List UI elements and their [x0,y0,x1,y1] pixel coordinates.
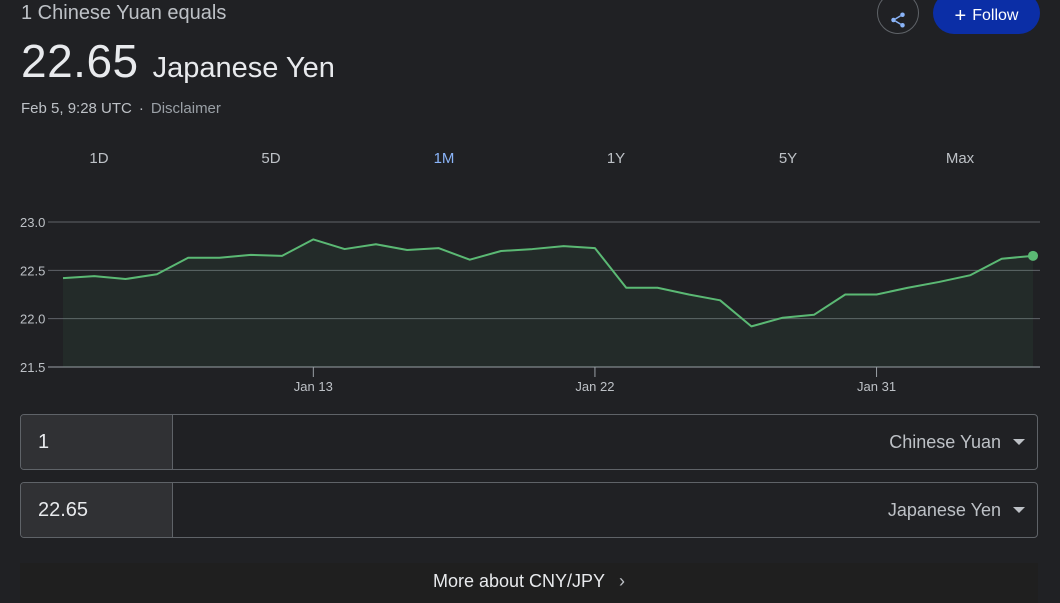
tab-5d[interactable]: 5D [211,150,331,167]
meta-row: Feb 5, 9:28 UTC · Disclaimer [21,100,221,117]
from-currency-label: Chinese Yuan [889,431,1001,452]
x-tick-label: Jan 31 [857,379,896,394]
from-converter-row: Chinese Yuan [20,414,1038,470]
share-icon [891,12,905,28]
to-currency-select[interactable]: Japanese Yen [888,483,1025,537]
to-converter-row: Japanese Yen [20,482,1038,538]
range-tabs: 1D 5D 1M 1Y 5Y Max [13,150,1047,178]
to-amount-input[interactable] [21,483,173,537]
timestamp: Feb 5, 9:28 UTC [21,100,132,117]
exchange-rate-chart[interactable]: 23.0 22.5 22.0 21.5 Jan 13 Jan 22 Jan 31 [0,200,1060,400]
from-currency-select[interactable]: Chinese Yuan [889,415,1025,469]
tab-1m[interactable]: 1M [384,150,504,167]
to-currency-label: Japanese Yen [887,499,1001,520]
disclaimer-link[interactable]: Disclaimer [151,100,221,117]
tab-1d[interactable]: 1D [39,150,159,167]
y-tick-label: 22.0 [20,312,45,327]
from-amount-input[interactable] [21,415,173,469]
share-button[interactable] [877,0,919,34]
plus-icon: + [954,5,967,27]
y-tick-label: 21.5 [20,360,45,375]
tab-max[interactable]: Max [900,150,1020,167]
y-tick-label: 22.5 [20,263,45,278]
current-point [1028,250,1038,261]
dropdown-caret-icon [1013,507,1025,513]
dropdown-caret-icon [1013,439,1025,445]
more-about-link[interactable]: More about CNY/JPY › [20,563,1038,603]
rate-currency: Japanese Yen [152,52,335,84]
rate-row: 22.65 Japanese Yen [21,34,335,88]
x-tick-label: Jan 22 [575,379,614,394]
rate-value: 22.65 [21,35,139,87]
more-about-label: More about CNY/JPY [432,571,606,591]
follow-button[interactable]: + Follow [933,0,1040,34]
y-tick-label: 23.0 [20,215,45,230]
separator: · [138,100,144,117]
tab-5y[interactable]: 5Y [728,150,848,167]
tab-1y[interactable]: 1Y [556,150,676,167]
x-tick-label: Jan 13 [294,379,333,394]
chevron-right-icon: › [619,571,626,591]
follow-label: Follow [972,7,1019,24]
equals-label: 1 Chinese Yuan equals [21,2,227,24]
